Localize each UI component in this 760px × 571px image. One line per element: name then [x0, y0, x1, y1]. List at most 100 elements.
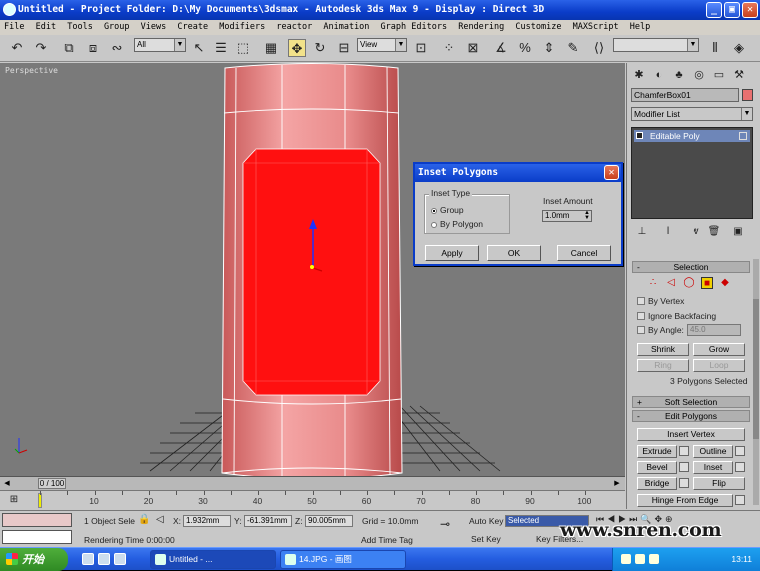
- key-icon[interactable]: ⊸: [440, 517, 450, 531]
- move-icon[interactable]: ✥: [288, 39, 306, 57]
- mini-curve-editor-icon[interactable]: ⊞: [6, 492, 22, 508]
- stack-item-editable-poly[interactable]: Editable Poly: [634, 130, 750, 142]
- selection-filter-dropdown[interactable]: All ▼: [134, 38, 186, 52]
- by-polygon-radio[interactable]: By Polygon: [431, 219, 483, 229]
- unlink-icon[interactable]: ⧈: [84, 39, 102, 57]
- modify-tab-icon[interactable]: ◐: [651, 66, 667, 82]
- bevel-button[interactable]: Bevel: [637, 461, 677, 474]
- absolute-mode-icon[interactable]: ◁: [156, 514, 164, 525]
- percent-snap-icon[interactable]: %: [516, 39, 534, 57]
- utilities-tab-icon[interactable]: ⚒: [731, 66, 747, 82]
- menu-tools[interactable]: Tools: [67, 22, 93, 32]
- menu-group[interactable]: Group: [104, 22, 130, 32]
- menu-graph-editors[interactable]: Graph Editors: [381, 22, 448, 32]
- redo-icon[interactable]: ↷: [32, 39, 50, 57]
- make-unique-icon[interactable]: ⱴ: [689, 225, 703, 239]
- prev-frame-icon[interactable]: ◀: [2, 478, 12, 489]
- menu-modifiers[interactable]: Modifiers: [219, 22, 265, 32]
- menu-maxscript[interactable]: MAXScript: [573, 22, 619, 32]
- apply-button[interactable]: Apply: [425, 245, 479, 261]
- desktop-icon[interactable]: [98, 553, 110, 565]
- y-coordinate-field[interactable]: -61.391mm: [244, 515, 292, 527]
- viewport-label[interactable]: Perspective: [5, 66, 58, 75]
- app-icon[interactable]: [3, 3, 16, 16]
- menu-help[interactable]: Help: [630, 22, 650, 32]
- menu-file[interactable]: File: [4, 22, 24, 32]
- ok-button[interactable]: OK: [487, 245, 541, 261]
- inset-button[interactable]: Inset: [693, 461, 733, 474]
- menu-edit[interactable]: Edit: [36, 22, 56, 32]
- group-radio[interactable]: Group: [431, 205, 464, 215]
- menu-reactor[interactable]: reactor: [276, 22, 312, 32]
- remove-modifier-icon[interactable]: 🗑: [707, 225, 721, 239]
- expand-icon[interactable]: [636, 132, 643, 139]
- select-object-icon[interactable]: ↖: [190, 39, 208, 57]
- edit-named-sets-icon[interactable]: ⟨⟩: [590, 39, 608, 57]
- coord-system-dropdown[interactable]: View ▼: [357, 38, 407, 52]
- close-button[interactable]: ✕: [742, 2, 758, 18]
- bridge-button[interactable]: Bridge: [637, 477, 677, 490]
- selection-rollout-header[interactable]: - Selection: [632, 261, 750, 273]
- tray-icon[interactable]: [649, 554, 659, 564]
- grow-button[interactable]: Grow: [693, 343, 745, 356]
- lock-icon[interactable]: 🔒: [138, 514, 150, 525]
- bevel-settings-icon[interactable]: [679, 462, 689, 472]
- extrude-button[interactable]: Extrude: [637, 445, 677, 458]
- bridge-settings-icon[interactable]: [679, 478, 689, 488]
- minimize-button[interactable]: _: [706, 2, 722, 18]
- soft-selection-rollout-header[interactable]: + Soft Selection: [632, 396, 750, 408]
- pin-stack-icon[interactable]: ⊥: [635, 225, 649, 239]
- menu-create[interactable]: Create: [177, 22, 208, 32]
- auto-key-button[interactable]: Auto Key: [469, 516, 504, 526]
- modifier-list-dropdown[interactable]: Modifier List ▼: [631, 107, 753, 121]
- perspective-viewport[interactable]: Perspective: [0, 63, 625, 476]
- flip-button[interactable]: Flip: [693, 477, 745, 490]
- menu-views[interactable]: Views: [141, 22, 167, 32]
- menu-animation[interactable]: Animation: [323, 22, 369, 32]
- outline-button[interactable]: Outline: [693, 445, 733, 458]
- create-tab-icon[interactable]: ✱: [631, 66, 647, 82]
- inset-settings-icon[interactable]: [735, 462, 745, 472]
- next-frame-icon[interactable]: ▶: [612, 478, 622, 489]
- start-button[interactable]: 开始: [0, 548, 68, 571]
- inset-amount-spinner[interactable]: 1.0mm ▲ ▼: [542, 210, 592, 222]
- keyboard-shortcut-icon[interactable]: ⁘: [440, 39, 458, 57]
- undo-icon[interactable]: ↶: [8, 39, 26, 57]
- taskbar-item-paint[interactable]: 14.JPG - 画图: [280, 550, 406, 569]
- mirror-icon[interactable]: ⫴: [706, 39, 724, 57]
- rect-selection-icon[interactable]: ⬚: [234, 39, 252, 57]
- time-slider[interactable]: ◀ 0 / 100 ▶: [0, 476, 625, 490]
- border-mode-icon[interactable]: ◯: [683, 277, 695, 289]
- pivot-icon[interactable]: ⊡: [412, 39, 430, 57]
- object-color-swatch[interactable]: [742, 89, 753, 101]
- scale-icon[interactable]: ⊟: [335, 39, 353, 57]
- select-link-icon[interactable]: ⧉: [60, 39, 78, 57]
- x-coordinate-field[interactable]: 1.932mm: [183, 515, 231, 527]
- edge-mode-icon[interactable]: ◁: [665, 277, 677, 289]
- spinner-snap-icon[interactable]: ⇕: [540, 39, 558, 57]
- polygon-mode-icon[interactable]: ■: [701, 277, 713, 289]
- track-bar[interactable]: ⊞ 10 20 30 40 50 60 70 80 90 100: [0, 490, 625, 510]
- current-frame-marker[interactable]: [38, 493, 42, 508]
- show-end-result-icon[interactable]: ǀ: [661, 225, 675, 239]
- dialog-close-button[interactable]: ✕: [604, 165, 619, 180]
- taskbar-item-3dsmax[interactable]: Untitled - ...: [150, 550, 276, 569]
- named-selection-dropdown[interactable]: ▼: [613, 38, 699, 52]
- cancel-button[interactable]: Cancel: [557, 245, 611, 261]
- bind-space-warp-icon[interactable]: ∾: [108, 39, 126, 57]
- vertex-mode-icon[interactable]: ∴: [647, 277, 659, 289]
- panel-scrollbar[interactable]: [753, 259, 759, 505]
- maxscript-listener-pink[interactable]: [2, 513, 72, 527]
- ignore-backfacing-checkbox[interactable]: Ignore Backfacing: [637, 311, 716, 321]
- select-by-name-icon[interactable]: ☰: [212, 39, 230, 57]
- time-slider-thumb[interactable]: 0 / 100: [38, 478, 66, 489]
- angle-snap-icon[interactable]: ∡: [492, 39, 510, 57]
- outline-settings-icon[interactable]: [735, 446, 745, 456]
- loop-button[interactable]: Loop: [693, 359, 745, 372]
- rotate-icon[interactable]: ↻: [311, 39, 329, 57]
- add-time-tag[interactable]: Add Time Tag: [361, 535, 413, 545]
- motion-tab-icon[interactable]: ◎: [691, 66, 707, 82]
- named-selection-icon[interactable]: ✎: [564, 39, 582, 57]
- media-player-icon[interactable]: [114, 553, 126, 565]
- by-angle-checkbox[interactable]: By Angle:: [637, 325, 684, 335]
